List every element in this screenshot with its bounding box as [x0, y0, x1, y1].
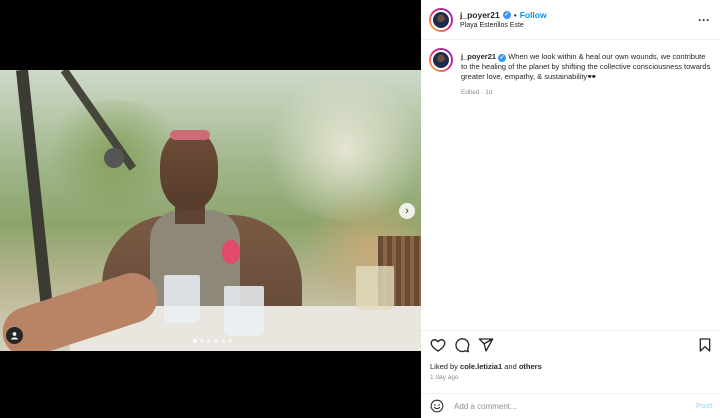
edited-label: Edited: [461, 89, 480, 96]
likes-summary: Liked by cole.letizia1 and others: [430, 362, 542, 371]
liked-by-prefix: Liked by: [430, 362, 458, 371]
glass: [356, 266, 394, 310]
verified-icon: ✓: [498, 54, 507, 62]
verified-icon: ✓: [502, 11, 511, 19]
emoji-icon[interactable]: [430, 399, 444, 413]
user-tag-button[interactable]: [6, 327, 23, 344]
liked-by-others[interactable]: others: [519, 362, 542, 371]
username-link[interactable]: j_poyer21: [460, 10, 500, 20]
flower: [222, 240, 240, 264]
post-side-panel: j_poyer21 ✓ • Follow Playa Esterillos Es…: [421, 0, 720, 418]
carousel-dot: [228, 339, 232, 343]
carousel-dots: [193, 339, 232, 343]
caption-username[interactable]: j_poyer21: [461, 52, 496, 61]
post-comment-button[interactable]: Post: [696, 401, 712, 410]
carousel-dot: [193, 339, 197, 343]
action-bar: [421, 330, 720, 358]
avatar[interactable]: [429, 8, 453, 32]
person-sunglasses: [170, 130, 210, 140]
location-link[interactable]: Playa Esterillos Este: [460, 22, 524, 29]
post-header: j_poyer21 ✓ • Follow Playa Esterillos Es…: [421, 0, 720, 40]
liked-by-and: and: [504, 362, 517, 371]
person-head: [160, 130, 218, 210]
separator-dot: •: [513, 10, 517, 20]
caption-age[interactable]: 1d: [485, 89, 492, 96]
meta-dot: ·: [481, 89, 484, 96]
avatar[interactable]: [429, 48, 453, 72]
user-tag-icon: [11, 332, 18, 340]
carousel-next-button[interactable]: ›: [399, 203, 415, 219]
carousel-dot: [221, 339, 225, 343]
post-timestamp[interactable]: 1 day ago: [430, 374, 459, 381]
bookmark-icon[interactable]: [697, 337, 713, 353]
glass: [164, 275, 200, 323]
chevron-right-icon: ›: [405, 204, 409, 217]
add-comment-bar: Post: [421, 393, 720, 418]
comment-icon[interactable]: [454, 337, 470, 353]
umbrella-joint: [104, 148, 124, 168]
caption-meta: Edited · 1d: [461, 89, 492, 96]
post-media: ›: [0, 0, 421, 418]
carousel-dot: [200, 339, 204, 343]
carousel-dot: [214, 339, 218, 343]
share-icon[interactable]: [478, 337, 494, 353]
more-icon[interactable]: ···: [698, 14, 710, 26]
glass: [224, 286, 264, 336]
carousel-dot: [207, 339, 211, 343]
follow-button[interactable]: Follow: [520, 10, 547, 20]
comment-input[interactable]: [454, 399, 684, 413]
heart-icon[interactable]: [430, 337, 446, 353]
post-photo[interactable]: [0, 70, 421, 351]
liked-by-user[interactable]: cole.letizia1: [460, 362, 502, 371]
